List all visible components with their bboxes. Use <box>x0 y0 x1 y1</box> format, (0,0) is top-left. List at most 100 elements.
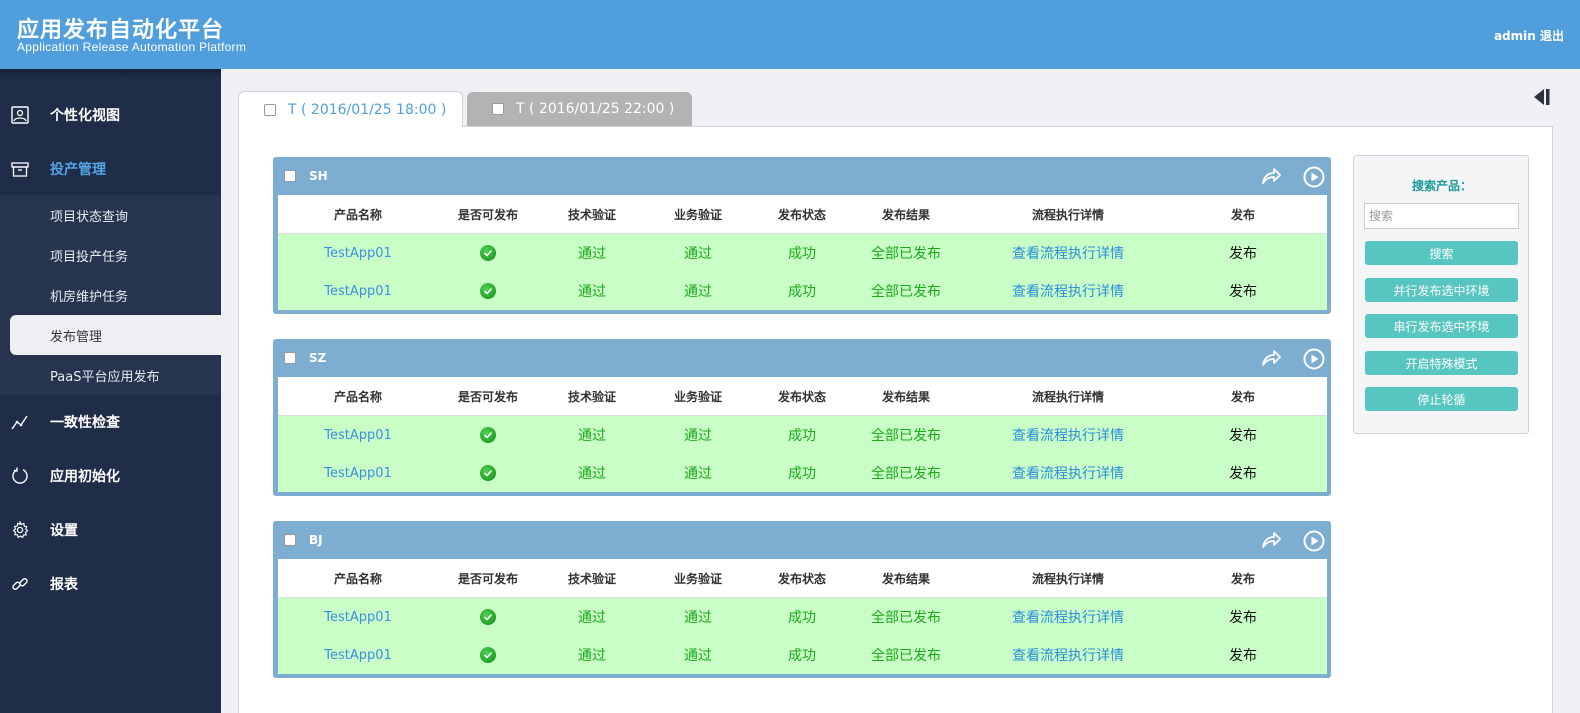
env-checkbox[interactable] <box>284 170 296 182</box>
share-icon[interactable] <box>1260 166 1282 186</box>
search-input[interactable] <box>1364 203 1519 229</box>
subitem-project-tasks[interactable]: 项目投产任务 <box>0 235 221 275</box>
refresh-icon <box>10 466 30 486</box>
releasable-cell <box>438 272 538 310</box>
env-header: SH <box>273 157 1331 195</box>
column-header: 发布状态 <box>777 571 826 586</box>
column-header: 技术验证 <box>567 207 616 222</box>
sidebar-item-app-init[interactable]: 应用初始化 <box>0 449 221 503</box>
search-button[interactable]: 搜索 <box>1365 241 1518 265</box>
sidebar: 个性化视图 投产管理 项目状态查询 项目投产任务 机房维护任务 发布管理 Paa… <box>0 69 221 713</box>
biz-verify: 通过 <box>684 466 712 482</box>
sidebar-item-label: 一致性检查 <box>50 415 120 431</box>
column-header: 流程执行详情 <box>1031 571 1104 586</box>
process-detail-link[interactable]: 查看流程执行详情 <box>958 454 1178 492</box>
sidebar-item-personal-view[interactable]: 个性化视图 <box>0 88 221 142</box>
release-link[interactable]: 发布 <box>1178 636 1308 674</box>
product-name-link[interactable]: TestApp01 <box>278 454 438 492</box>
tab-release-window-1[interactable]: T ( 2016/01/25 18:00 ) <box>238 91 463 127</box>
release-status: 成功 <box>788 246 816 262</box>
release-link[interactable]: 发布 <box>1178 454 1308 492</box>
subitem-paas-release[interactable]: PaaS平台应用发布 <box>0 355 221 395</box>
column-header: 发布状态 <box>777 389 826 404</box>
product-name-link[interactable]: TestApp01 <box>278 234 438 272</box>
env-name: BJ <box>309 533 323 547</box>
app-header: 应用发布自动化平台 Application Release Automation… <box>0 0 1580 69</box>
box-icon <box>10 159 30 179</box>
env-table: 产品名称 是否可发布 技术验证 业务验证 发布状态 发布结果 流程执行详情 发布 TestApp… <box>278 377 1327 492</box>
check-circle-icon <box>480 465 496 481</box>
subitem-datacenter-tasks[interactable]: 机房维护任务 <box>0 275 221 315</box>
product-name-link[interactable]: TestApp01 <box>278 416 438 454</box>
tab-checkbox[interactable] <box>492 103 504 115</box>
process-detail-link[interactable]: 查看流程执行详情 <box>958 416 1178 454</box>
sidebar-item-consistency-check[interactable]: 一致性检查 <box>0 395 221 449</box>
env-checkbox[interactable] <box>284 352 296 364</box>
tab-label: T ( 2016/01/25 18:00 ) <box>288 101 447 118</box>
column-header: 业务验证 <box>673 389 722 404</box>
release-status: 成功 <box>788 648 816 664</box>
sidebar-item-label: 报表 <box>50 577 78 593</box>
parallel-release-button[interactable]: 并行发布选中环境 <box>1365 278 1518 302</box>
biz-verify: 通过 <box>684 428 712 444</box>
user-area: admin 退出 <box>1494 27 1564 44</box>
release-result: 全部已发布 <box>871 428 941 444</box>
app-subtitle: Application Release Automation Platform <box>17 40 247 54</box>
release-link[interactable]: 发布 <box>1178 416 1308 454</box>
check-circle-icon <box>480 609 496 625</box>
share-icon[interactable] <box>1260 348 1282 368</box>
stop-polling-button[interactable]: 停止轮循 <box>1365 387 1518 411</box>
sidebar-item-settings[interactable]: 设置 <box>0 503 221 557</box>
releasable-cell <box>438 636 538 674</box>
table-row: TestApp01 通过 通过 成功 全部已发布 查看流程执行详情 发布 <box>278 416 1327 454</box>
play-icon[interactable] <box>1303 348 1325 370</box>
sidebar-item-release-management[interactable]: 投产管理 <box>0 142 221 196</box>
logout-link[interactable]: 退出 <box>1540 29 1564 43</box>
product-name-link[interactable]: TestApp01 <box>278 636 438 674</box>
releasable-cell <box>438 454 538 492</box>
search-label: 搜索产品： <box>1411 179 1472 193</box>
process-detail-link[interactable]: 查看流程执行详情 <box>958 636 1178 674</box>
release-result: 全部已发布 <box>871 610 941 626</box>
sidebar-item-reports[interactable]: 报表 <box>0 557 221 611</box>
check-circle-icon <box>480 245 496 261</box>
release-status: 成功 <box>788 428 816 444</box>
releasable-cell <box>438 234 538 272</box>
process-detail-link[interactable]: 查看流程执行详情 <box>958 272 1178 310</box>
play-icon[interactable] <box>1303 530 1325 552</box>
sidebar-item-label: 个性化视图 <box>50 108 120 124</box>
play-icon[interactable] <box>1303 166 1325 188</box>
tech-verify: 通过 <box>578 246 606 262</box>
env-block-sz: SZ 产品名称 是否可发布 技术验证 业务验证 发布状态 发布结果 流程执行详情 发布 TestA… <box>273 339 1331 496</box>
env-checkbox[interactable] <box>284 534 296 546</box>
tab-release-window-2[interactable]: T ( 2016/01/25 22:00 ) <box>467 92 692 126</box>
table-row: TestApp01 通过 通过 成功 全部已发布 查看流程执行详情 发布 <box>278 234 1327 272</box>
tech-verify: 通过 <box>578 428 606 444</box>
product-name-link[interactable]: TestApp01 <box>278 272 438 310</box>
subitem-project-status[interactable]: 项目状态查询 <box>0 195 221 235</box>
column-header: 业务验证 <box>673 571 722 586</box>
release-link[interactable]: 发布 <box>1178 234 1308 272</box>
column-header: 发布结果 <box>881 389 930 404</box>
process-detail-link[interactable]: 查看流程执行详情 <box>958 598 1178 636</box>
special-mode-button[interactable]: 开启特殊模式 <box>1365 351 1518 375</box>
sidebar-item-label: 投产管理 <box>50 162 106 178</box>
product-name-link[interactable]: TestApp01 <box>278 598 438 636</box>
sidebar-item-label: 设置 <box>50 523 78 539</box>
serial-release-button[interactable]: 串行发布选中环境 <box>1365 314 1518 338</box>
submenu: 项目状态查询 项目投产任务 机房维护任务 发布管理 PaaS平台应用发布 <box>0 195 221 395</box>
collapse-panel-icon[interactable] <box>1532 87 1552 107</box>
username[interactable]: admin <box>1494 29 1536 43</box>
subitem-release-management[interactable]: 发布管理 <box>10 315 221 355</box>
env-table: 产品名称 是否可发布 技术验证 业务验证 发布状态 发布结果 流程执行详情 发布 TestApp… <box>278 559 1327 674</box>
table-row: TestApp01 通过 通过 成功 全部已发布 查看流程执行详情 发布 <box>278 598 1327 636</box>
env-name: SZ <box>309 351 327 365</box>
table-header: 产品名称 是否可发布 技术验证 业务验证 发布状态 发布结果 流程执行详情 发布 <box>278 195 1327 234</box>
column-header: 发布结果 <box>881 207 930 222</box>
table-row: TestApp01 通过 通过 成功 全部已发布 查看流程执行详情 发布 <box>278 454 1327 492</box>
share-icon[interactable] <box>1260 530 1282 550</box>
release-link[interactable]: 发布 <box>1178 272 1308 310</box>
process-detail-link[interactable]: 查看流程执行详情 <box>958 234 1178 272</box>
release-link[interactable]: 发布 <box>1178 598 1308 636</box>
tab-checkbox[interactable] <box>264 103 276 116</box>
